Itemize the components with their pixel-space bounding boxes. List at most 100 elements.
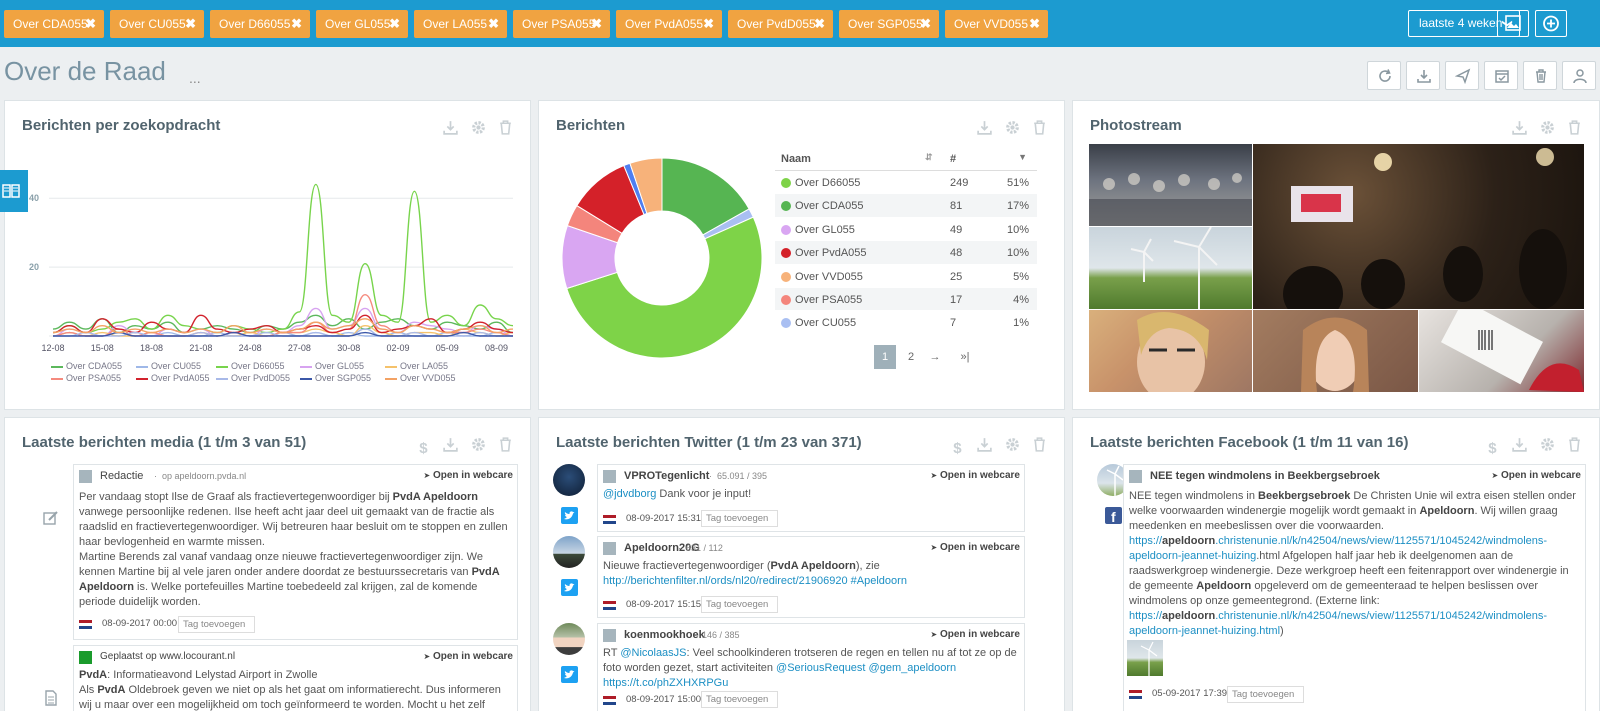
- open-in-webcare-link[interactable]: ➤ Open in webcare: [423, 470, 513, 481]
- close-icon[interactable]: ✖: [389, 10, 400, 38]
- close-icon[interactable]: ✖: [814, 10, 825, 38]
- page-button[interactable]: →: [924, 345, 946, 369]
- tag-input[interactable]: Tag toevoegen: [1227, 686, 1304, 703]
- sort-desc-icon[interactable]: ▼: [1018, 152, 1027, 162]
- close-icon[interactable]: ✖: [185, 10, 196, 38]
- page-button[interactable]: 2: [900, 345, 922, 369]
- delete-button[interactable]: [1523, 61, 1557, 90]
- close-icon[interactable]: ✖: [488, 10, 499, 38]
- archive-button[interactable]: [1484, 61, 1518, 90]
- photo-tickets[interactable]: [1419, 310, 1584, 392]
- avatar[interactable]: [553, 536, 585, 568]
- avatar[interactable]: [553, 464, 585, 496]
- filter-tag[interactable]: Over PvdA055 ✖: [616, 10, 722, 38]
- dollar-icon[interactable]: $: [949, 440, 966, 457]
- table-row[interactable]: Over VVD055 25 5%: [775, 265, 1037, 288]
- open-in-webcare-link[interactable]: ➤ Open in webcare: [423, 651, 513, 662]
- gear-icon[interactable]: [470, 436, 487, 453]
- open-in-webcare-link[interactable]: ➤ Open in webcare: [1491, 470, 1581, 481]
- add-button[interactable]: [1535, 10, 1567, 37]
- filter-tag[interactable]: Over D66055 ✖: [210, 10, 310, 38]
- table-row[interactable]: Over PvdA055 48 10%: [775, 241, 1037, 265]
- close-icon[interactable]: ✖: [1029, 10, 1040, 38]
- table-row[interactable]: Over CDA055 81 17%: [775, 194, 1037, 218]
- column-header-naam[interactable]: Naam: [781, 153, 811, 165]
- legend-item[interactable]: Over D66055: [216, 361, 285, 371]
- legend-item[interactable]: Over SGP055: [300, 373, 371, 383]
- download-icon[interactable]: [442, 436, 459, 453]
- gear-icon[interactable]: [1539, 119, 1556, 136]
- column-header-count[interactable]: #: [950, 153, 956, 165]
- tag-input[interactable]: Tag toevoegen: [701, 691, 778, 708]
- download-button[interactable]: [1406, 61, 1440, 90]
- avatar[interactable]: [553, 623, 585, 655]
- photo-windmills[interactable]: [1089, 227, 1252, 309]
- close-icon[interactable]: ✖: [920, 10, 931, 38]
- open-in-webcare-link[interactable]: ➤ Open in webcare: [930, 470, 1020, 481]
- legend-item[interactable]: Over PSA055: [51, 373, 121, 383]
- trash-icon[interactable]: [1566, 119, 1583, 136]
- table-row[interactable]: Over GL055 49 10%: [775, 218, 1037, 242]
- legend-item[interactable]: Over VVD055: [385, 373, 456, 383]
- series-line[interactable]: [52, 314, 514, 334]
- close-icon[interactable]: ✖: [591, 10, 602, 38]
- filter-tag[interactable]: Over CDA055 ✖: [4, 10, 104, 38]
- filter-tag[interactable]: Over GL055 ✖: [316, 10, 408, 38]
- source-name[interactable]: Redactie: [100, 470, 143, 482]
- open-in-webcare-link[interactable]: ➤ Open in webcare: [930, 629, 1020, 640]
- close-icon[interactable]: ✖: [703, 10, 714, 38]
- user-name[interactable]: koenmookhoek: [624, 629, 705, 641]
- gear-icon[interactable]: [1004, 119, 1021, 136]
- photo-woman[interactable]: [1253, 310, 1418, 392]
- legend-item[interactable]: Over GL055: [300, 361, 364, 371]
- legend-item[interactable]: Over CU055: [136, 361, 201, 371]
- download-icon[interactable]: [1511, 119, 1528, 136]
- series-line[interactable]: [52, 183, 514, 334]
- legend-item[interactable]: Over LA055: [385, 361, 448, 371]
- table-row[interactable]: Over CU055 7 1%: [775, 311, 1037, 335]
- filter-tag[interactable]: Over VVD055 ✖: [945, 10, 1048, 38]
- legend-item[interactable]: Over PvdD055: [216, 373, 290, 383]
- page-button[interactable]: 1: [874, 345, 896, 369]
- trash-icon[interactable]: [1031, 119, 1048, 136]
- refresh-button[interactable]: [1367, 61, 1401, 90]
- page-button[interactable]: »|: [954, 345, 976, 369]
- download-icon[interactable]: [1511, 436, 1528, 453]
- open-in-webcare-link[interactable]: ➤ Open in webcare: [930, 542, 1020, 553]
- filter-tag[interactable]: Over LA055 ✖: [414, 10, 507, 38]
- table-row[interactable]: Over D66055 249 51%: [775, 171, 1037, 195]
- tag-input[interactable]: Tag toevoegen: [701, 510, 778, 527]
- photo-woman-glasses[interactable]: [1089, 310, 1252, 392]
- source-name[interactable]: Geplaatst op www.locourant.nl: [100, 651, 235, 662]
- page-name[interactable]: NEE tegen windmolens in Beekbergsebroek: [1150, 470, 1380, 482]
- sort-icon[interactable]: ⇵: [925, 152, 933, 163]
- trash-icon[interactable]: [497, 436, 514, 453]
- legend-item[interactable]: Over PvdA055: [136, 373, 210, 383]
- dollar-icon[interactable]: $: [415, 440, 432, 457]
- filter-tag[interactable]: Over PvdD055 ✖: [728, 10, 833, 38]
- trash-icon[interactable]: [1031, 436, 1048, 453]
- legend-item[interactable]: Over CDA055: [51, 361, 122, 371]
- download-icon[interactable]: [976, 119, 993, 136]
- trash-icon[interactable]: [1566, 436, 1583, 453]
- send-button[interactable]: [1445, 61, 1479, 90]
- photo-meeting[interactable]: [1253, 144, 1584, 309]
- download-icon[interactable]: [976, 436, 993, 453]
- tag-input[interactable]: Tag toevoegen: [701, 596, 778, 613]
- close-icon[interactable]: ✖: [291, 10, 302, 38]
- gear-icon[interactable]: [1539, 436, 1556, 453]
- user-name[interactable]: VPROTegenlicht: [624, 470, 709, 482]
- more-menu[interactable]: ...: [189, 70, 201, 86]
- close-icon[interactable]: ✖: [85, 10, 96, 38]
- image-button[interactable]: [1497, 10, 1529, 37]
- filter-tag[interactable]: Over SGP055 ✖: [839, 10, 939, 38]
- dollar-icon[interactable]: $: [1484, 440, 1501, 457]
- filter-tag[interactable]: Over CU055 ✖: [110, 10, 204, 38]
- photo-crowd[interactable]: [1089, 144, 1252, 226]
- side-tab[interactable]: [0, 170, 28, 212]
- post-image[interactable]: [1127, 640, 1163, 676]
- table-row[interactable]: Over PSA055 17 4%: [775, 287, 1037, 312]
- tag-input[interactable]: Tag toevoegen: [178, 616, 255, 633]
- filter-tag[interactable]: Over PSA055 ✖: [513, 10, 610, 38]
- user-button[interactable]: [1562, 61, 1596, 90]
